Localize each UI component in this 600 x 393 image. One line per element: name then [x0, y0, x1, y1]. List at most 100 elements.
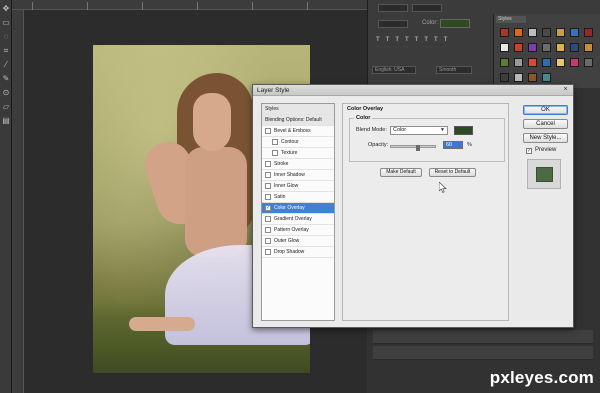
style-preset[interactable]: [514, 28, 523, 37]
move-tool-icon[interactable]: ✥: [1, 4, 11, 14]
style-item[interactable]: Satin: [262, 192, 334, 203]
make-default-button[interactable]: Make Default: [380, 168, 422, 177]
style-checkbox[interactable]: ✓: [265, 205, 271, 211]
style-checkbox[interactable]: [265, 238, 271, 244]
tracking-field[interactable]: [378, 20, 408, 28]
style-item-label: Inner Glow: [274, 183, 299, 189]
opacity-slider-thumb[interactable]: [416, 145, 421, 151]
style-item[interactable]: ✓ Color Overlay: [262, 203, 334, 214]
style-preset[interactable]: [500, 58, 509, 67]
style-item[interactable]: Inner Glow: [262, 181, 334, 192]
ruler-tick: [142, 2, 143, 10]
lasso-tool-icon[interactable]: ◌: [1, 32, 11, 42]
style-preset[interactable]: [500, 73, 509, 82]
style-checkbox[interactable]: [265, 227, 271, 233]
styles-list-header[interactable]: Styles: [262, 104, 334, 115]
blend-mode-value: Color: [393, 127, 407, 133]
opacity-unit: %: [467, 142, 472, 148]
style-preset[interactable]: [556, 58, 565, 67]
style-item[interactable]: Drop Shadow: [262, 247, 334, 258]
photoshop-workspace: ✥ ▭ ◌ ⌗ ⁄ ✎ ⊙ ▱ ▤ Color: TTTTTTTT Englis…: [0, 0, 600, 393]
dialog-titlebar[interactable]: Layer Style ×: [253, 85, 573, 96]
style-preset[interactable]: [570, 58, 579, 67]
style-preset[interactable]: [528, 28, 537, 37]
preview-checkbox[interactable]: ✓: [526, 148, 532, 154]
style-preset[interactable]: [514, 58, 523, 67]
close-icon[interactable]: ×: [561, 86, 570, 94]
styles-list-header[interactable]: Blending Options: Default: [262, 115, 334, 126]
style-item[interactable]: Stroke: [262, 159, 334, 170]
opacity-input[interactable]: 60: [443, 141, 463, 149]
style-checkbox[interactable]: [272, 139, 278, 145]
layer-row[interactable]: [373, 330, 593, 344]
clone-tool-icon[interactable]: ⊙: [1, 88, 11, 98]
leading-field[interactable]: [412, 4, 442, 12]
horizontal-ruler: [12, 0, 367, 10]
opacity-slider-track[interactable]: [390, 145, 436, 148]
style-item[interactable]: Gradient Overlay: [262, 214, 334, 225]
style-checkbox[interactable]: [265, 216, 271, 222]
style-item-label: Gradient Overlay: [274, 216, 312, 222]
styles-panel: Styles: [493, 14, 600, 88]
style-preset[interactable]: [542, 43, 551, 52]
marquee-tool-icon[interactable]: ▭: [1, 18, 11, 28]
style-preset[interactable]: [570, 43, 579, 52]
font-size-field[interactable]: [378, 4, 408, 12]
style-preset[interactable]: [500, 28, 509, 37]
layer-row[interactable]: [373, 346, 593, 360]
section-title: Color Overlay: [347, 106, 384, 112]
style-preset[interactable]: [584, 58, 593, 67]
style-preset[interactable]: [556, 43, 565, 52]
gradient-tool-icon[interactable]: ▤: [1, 116, 11, 126]
watermark: pxleyes.com: [489, 368, 594, 387]
style-checkbox[interactable]: [265, 249, 271, 255]
style-checkbox[interactable]: [272, 150, 278, 156]
language-select[interactable]: English: USA: [372, 66, 416, 74]
color-label: Color:: [422, 20, 439, 26]
new-style-button[interactable]: New Style...: [523, 133, 568, 143]
blend-mode-select[interactable]: Color ▼: [390, 126, 448, 135]
text-color-swatch[interactable]: [440, 19, 470, 28]
styles-tab[interactable]: Styles: [496, 16, 526, 23]
anti-alias-select[interactable]: Smooth: [436, 66, 472, 74]
style-preset[interactable]: [500, 43, 509, 52]
vertical-ruler: [12, 10, 24, 393]
style-item[interactable]: Outer Glow: [262, 236, 334, 247]
reset-to-default-button[interactable]: Reset to Default: [429, 168, 476, 177]
style-preset[interactable]: [542, 28, 551, 37]
style-item[interactable]: Contour: [262, 137, 334, 148]
arrow-cursor-icon: [438, 181, 447, 193]
style-checkbox[interactable]: [265, 128, 271, 134]
style-preset[interactable]: [514, 73, 523, 82]
eyedropper-tool-icon[interactable]: ⁄: [1, 60, 11, 70]
style-item[interactable]: Bevel & Emboss: [262, 126, 334, 137]
style-preset[interactable]: [556, 28, 565, 37]
style-preset[interactable]: [528, 73, 537, 82]
style-checkbox[interactable]: [265, 161, 271, 167]
ok-button[interactable]: OK: [523, 105, 568, 115]
brush-tool-icon[interactable]: ✎: [1, 74, 11, 84]
style-preset[interactable]: [528, 58, 537, 67]
style-item[interactable]: Texture: [262, 148, 334, 159]
style-item[interactable]: Pattern Overlay: [262, 225, 334, 236]
style-preset[interactable]: [528, 43, 537, 52]
style-checkbox[interactable]: [265, 172, 271, 178]
text-style-buttons[interactable]: TTTTTTTT: [376, 37, 453, 43]
group-title: Color: [354, 115, 373, 121]
style-preset[interactable]: [584, 28, 593, 37]
style-checkbox[interactable]: [265, 183, 271, 189]
style-preset[interactable]: [570, 28, 579, 37]
chevron-down-icon: ▼: [440, 127, 445, 133]
style-preset[interactable]: [542, 73, 551, 82]
style-preset[interactable]: [584, 43, 593, 52]
crop-tool-icon[interactable]: ⌗: [1, 46, 11, 56]
eraser-tool-icon[interactable]: ▱: [1, 102, 11, 112]
style-checkbox[interactable]: [265, 194, 271, 200]
style-preset[interactable]: [542, 58, 551, 67]
preview-label: Preview: [535, 147, 557, 153]
cancel-button[interactable]: Cancel: [523, 119, 568, 129]
overlay-color-swatch[interactable]: [454, 126, 473, 135]
style-item[interactable]: Inner Shadow: [262, 170, 334, 181]
model-leg: [129, 317, 195, 331]
style-preset[interactable]: [514, 43, 523, 52]
